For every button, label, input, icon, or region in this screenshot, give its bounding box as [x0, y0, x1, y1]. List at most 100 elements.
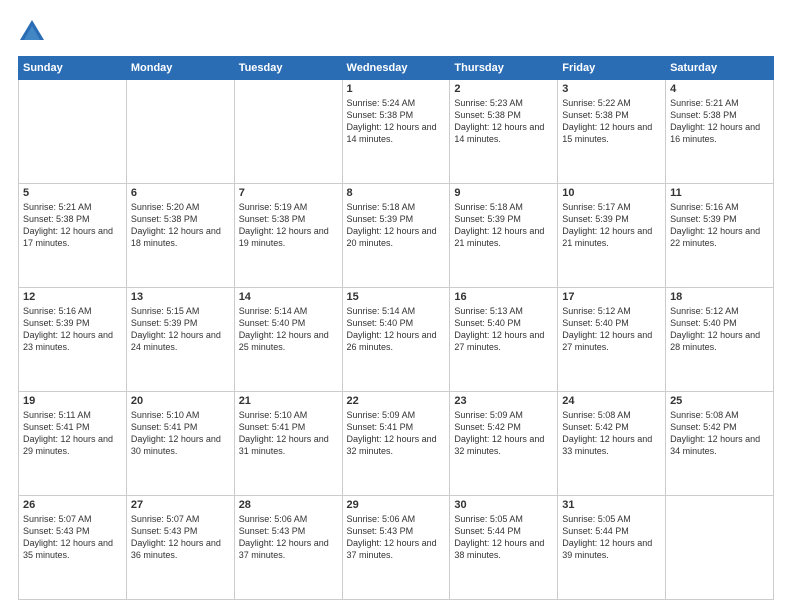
day-number: 7: [239, 187, 338, 199]
col-thursday: Thursday: [450, 57, 558, 80]
week-row-1: 5 Sunrise: 5:21 AM Sunset: 5:38 PM Daylig…: [19, 184, 774, 288]
day-number: 12: [23, 291, 122, 303]
day-info: Sunrise: 5:21 AM Sunset: 5:38 PM Dayligh…: [670, 97, 769, 146]
day-info: Sunrise: 5:17 AM Sunset: 5:39 PM Dayligh…: [562, 201, 661, 250]
day-info: Sunrise: 5:20 AM Sunset: 5:38 PM Dayligh…: [131, 201, 230, 250]
day-number: 31: [562, 499, 661, 511]
logo: [18, 18, 50, 46]
day-info: Sunrise: 5:05 AM Sunset: 5:44 PM Dayligh…: [562, 513, 661, 562]
day-cell: 19 Sunrise: 5:11 AM Sunset: 5:41 PM Dayli…: [19, 392, 127, 496]
day-cell: 9 Sunrise: 5:18 AM Sunset: 5:39 PM Daylig…: [450, 184, 558, 288]
day-cell: 14 Sunrise: 5:14 AM Sunset: 5:40 PM Dayli…: [234, 288, 342, 392]
day-info: Sunrise: 5:08 AM Sunset: 5:42 PM Dayligh…: [562, 409, 661, 458]
day-info: Sunrise: 5:22 AM Sunset: 5:38 PM Dayligh…: [562, 97, 661, 146]
day-info: Sunrise: 5:13 AM Sunset: 5:40 PM Dayligh…: [454, 305, 553, 354]
day-cell: 24 Sunrise: 5:08 AM Sunset: 5:42 PM Dayli…: [558, 392, 666, 496]
week-row-0: 1 Sunrise: 5:24 AM Sunset: 5:38 PM Daylig…: [19, 80, 774, 184]
day-info: Sunrise: 5:14 AM Sunset: 5:40 PM Dayligh…: [239, 305, 338, 354]
day-number: 1: [347, 83, 446, 95]
day-number: 18: [670, 291, 769, 303]
day-info: Sunrise: 5:08 AM Sunset: 5:42 PM Dayligh…: [670, 409, 769, 458]
week-row-4: 26 Sunrise: 5:07 AM Sunset: 5:43 PM Dayli…: [19, 496, 774, 600]
page: Sunday Monday Tuesday Wednesday Thursday…: [0, 0, 792, 612]
day-cell: 6 Sunrise: 5:20 AM Sunset: 5:38 PM Daylig…: [126, 184, 234, 288]
day-number: 4: [670, 83, 769, 95]
day-cell: 13 Sunrise: 5:15 AM Sunset: 5:39 PM Dayli…: [126, 288, 234, 392]
day-cell: 29Sunrise: 5:06 AM Sunset: 5:43 PM Dayli…: [342, 496, 450, 600]
day-number: 2: [454, 83, 553, 95]
day-number: 8: [347, 187, 446, 199]
day-cell: 20Sunrise: 5:10 AM Sunset: 5:41 PM Dayli…: [126, 392, 234, 496]
day-cell: 3 Sunrise: 5:22 AM Sunset: 5:38 PM Daylig…: [558, 80, 666, 184]
day-cell: 1 Sunrise: 5:24 AM Sunset: 5:38 PM Daylig…: [342, 80, 450, 184]
day-info: Sunrise: 5:07 AM Sunset: 5:43 PM Dayligh…: [131, 513, 230, 562]
day-cell: 17 Sunrise: 5:12 AM Sunset: 5:40 PM Dayli…: [558, 288, 666, 392]
day-info: Sunrise: 5:09 AM Sunset: 5:41 PM Dayligh…: [347, 409, 446, 458]
day-cell: 8 Sunrise: 5:18 AM Sunset: 5:39 PM Daylig…: [342, 184, 450, 288]
day-info: Sunrise: 5:18 AM Sunset: 5:39 PM Dayligh…: [347, 201, 446, 250]
col-wednesday: Wednesday: [342, 57, 450, 80]
week-row-2: 12 Sunrise: 5:16 AM Sunset: 5:39 PM Dayli…: [19, 288, 774, 392]
day-cell: 10 Sunrise: 5:17 AM Sunset: 5:39 PM Dayli…: [558, 184, 666, 288]
day-info: Sunrise: 5:15 AM Sunset: 5:39 PM Dayligh…: [131, 305, 230, 354]
day-info: Sunrise: 5:06 AM Sunset: 5:43 PM Dayligh…: [239, 513, 338, 562]
day-info: Sunrise: 5:09 AM Sunset: 5:42 PM Dayligh…: [454, 409, 553, 458]
day-cell: 11Sunrise: 5:16 AM Sunset: 5:39 PM Dayli…: [666, 184, 774, 288]
day-info: Sunrise: 5:19 AM Sunset: 5:38 PM Dayligh…: [239, 201, 338, 250]
day-number: 6: [131, 187, 230, 199]
day-cell: 21 Sunrise: 5:10 AM Sunset: 5:41 PM Dayli…: [234, 392, 342, 496]
day-number: 28: [239, 499, 338, 511]
day-info: Sunrise: 5:14 AM Sunset: 5:40 PM Dayligh…: [347, 305, 446, 354]
day-number: 22: [347, 395, 446, 407]
day-cell: [126, 80, 234, 184]
day-number: 23: [454, 395, 553, 407]
day-number: 21: [239, 395, 338, 407]
day-number: 14: [239, 291, 338, 303]
day-number: 25: [670, 395, 769, 407]
col-saturday: Saturday: [666, 57, 774, 80]
day-cell: 4 Sunrise: 5:21 AM Sunset: 5:38 PM Daylig…: [666, 80, 774, 184]
day-number: 26: [23, 499, 122, 511]
day-cell: 5 Sunrise: 5:21 AM Sunset: 5:38 PM Daylig…: [19, 184, 127, 288]
day-number: 19: [23, 395, 122, 407]
day-cell: 25 Sunrise: 5:08 AM Sunset: 5:42 PM Dayli…: [666, 392, 774, 496]
week-row-3: 19 Sunrise: 5:11 AM Sunset: 5:41 PM Dayli…: [19, 392, 774, 496]
day-info: Sunrise: 5:16 AM Sunset: 5:39 PM Dayligh…: [23, 305, 122, 354]
day-info: Sunrise: 5:21 AM Sunset: 5:38 PM Dayligh…: [23, 201, 122, 250]
col-friday: Friday: [558, 57, 666, 80]
col-tuesday: Tuesday: [234, 57, 342, 80]
day-cell: [666, 496, 774, 600]
day-cell: [19, 80, 127, 184]
day-number: 15: [347, 291, 446, 303]
day-info: Sunrise: 5:24 AM Sunset: 5:38 PM Dayligh…: [347, 97, 446, 146]
day-info: Sunrise: 5:12 AM Sunset: 5:40 PM Dayligh…: [562, 305, 661, 354]
day-number: 24: [562, 395, 661, 407]
day-number: 10: [562, 187, 661, 199]
day-info: Sunrise: 5:10 AM Sunset: 5:41 PM Dayligh…: [239, 409, 338, 458]
day-cell: 7 Sunrise: 5:19 AM Sunset: 5:38 PM Daylig…: [234, 184, 342, 288]
day-number: 11: [670, 187, 769, 199]
day-cell: 16Sunrise: 5:13 AM Sunset: 5:40 PM Dayli…: [450, 288, 558, 392]
day-cell: 27 Sunrise: 5:07 AM Sunset: 5:43 PM Dayli…: [126, 496, 234, 600]
day-info: Sunrise: 5:12 AM Sunset: 5:40 PM Dayligh…: [670, 305, 769, 354]
day-info: Sunrise: 5:11 AM Sunset: 5:41 PM Dayligh…: [23, 409, 122, 458]
day-info: Sunrise: 5:23 AM Sunset: 5:38 PM Dayligh…: [454, 97, 553, 146]
header-row: Sunday Monday Tuesday Wednesday Thursday…: [19, 57, 774, 80]
day-info: Sunrise: 5:05 AM Sunset: 5:44 PM Dayligh…: [454, 513, 553, 562]
logo-icon: [18, 18, 46, 46]
header: [18, 18, 774, 46]
col-monday: Monday: [126, 57, 234, 80]
day-cell: [234, 80, 342, 184]
day-number: 17: [562, 291, 661, 303]
day-cell: 23 Sunrise: 5:09 AM Sunset: 5:42 PM Dayli…: [450, 392, 558, 496]
day-number: 3: [562, 83, 661, 95]
col-sunday: Sunday: [19, 57, 127, 80]
day-number: 9: [454, 187, 553, 199]
day-info: Sunrise: 5:18 AM Sunset: 5:39 PM Dayligh…: [454, 201, 553, 250]
day-number: 5: [23, 187, 122, 199]
day-number: 13: [131, 291, 230, 303]
day-cell: 18 Sunrise: 5:12 AM Sunset: 5:40 PM Dayli…: [666, 288, 774, 392]
day-cell: 22 Sunrise: 5:09 AM Sunset: 5:41 PM Dayli…: [342, 392, 450, 496]
day-number: 27: [131, 499, 230, 511]
day-cell: 12 Sunrise: 5:16 AM Sunset: 5:39 PM Dayli…: [19, 288, 127, 392]
